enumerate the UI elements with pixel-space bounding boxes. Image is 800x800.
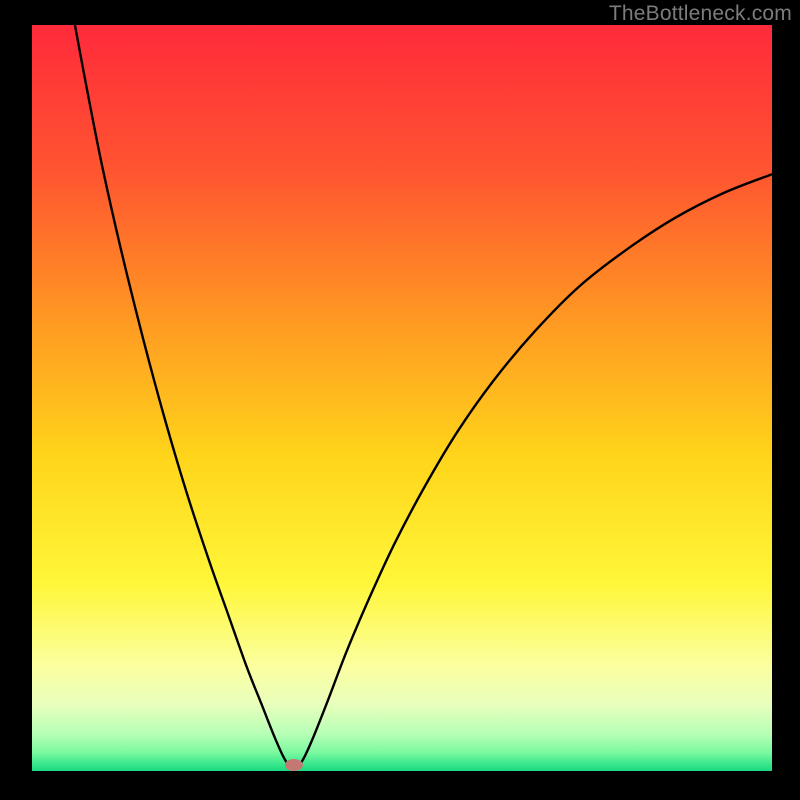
chart-frame: TheBottleneck.com [0,0,800,800]
current-point-marker [285,759,303,771]
plot-background [32,25,772,771]
watermark-text: TheBottleneck.com [609,2,792,26]
bottleneck-chart [0,0,800,800]
